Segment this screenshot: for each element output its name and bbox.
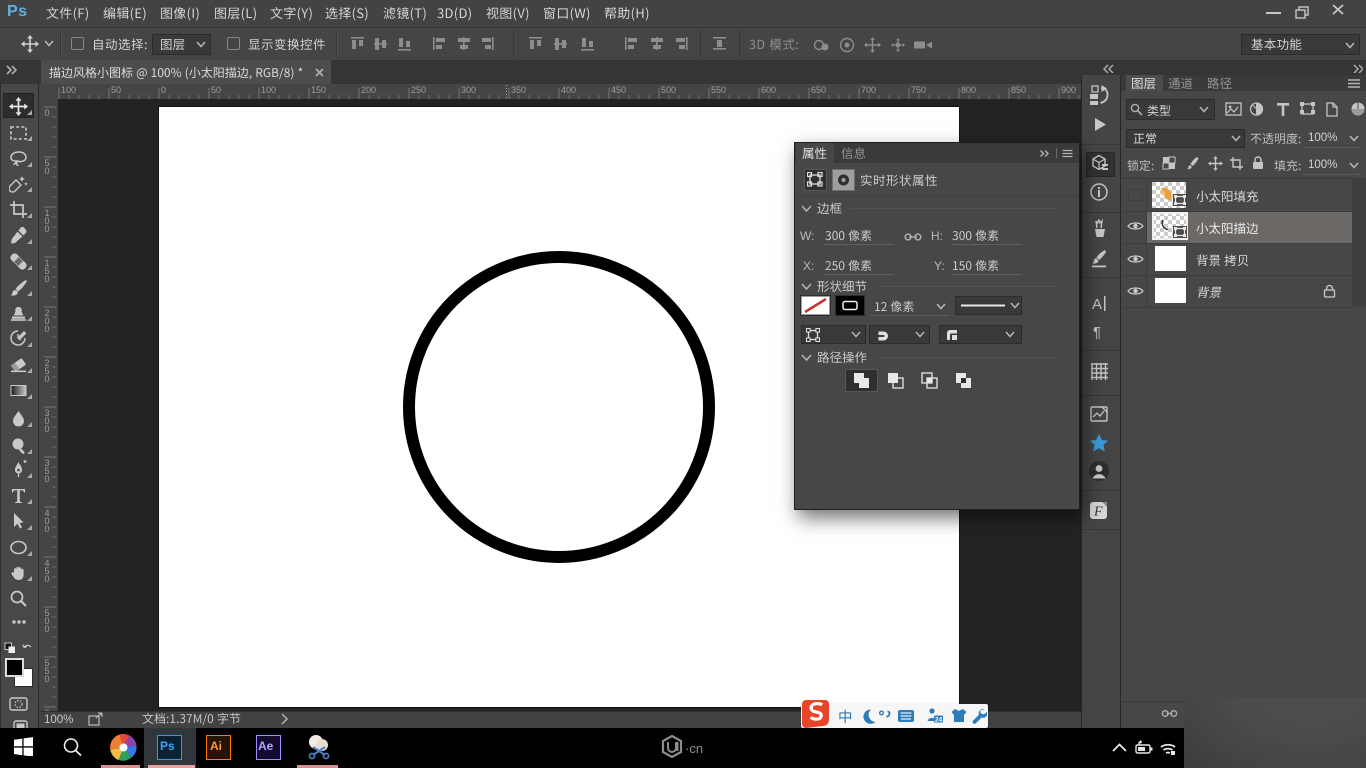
svg-text:F: F	[1093, 505, 1103, 520]
svg-text:A: A	[1092, 296, 1102, 313]
svg-text:¶: ¶	[1093, 324, 1101, 341]
svg-text:24: 24	[935, 717, 943, 724]
